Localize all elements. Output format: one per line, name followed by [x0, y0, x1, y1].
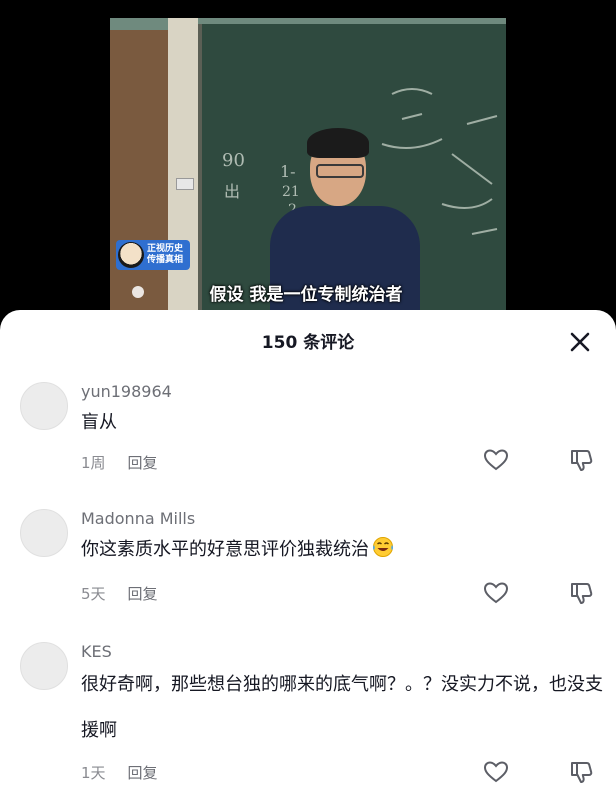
- comment-text: 你这素质水平的好意思评价独裁统治: [81, 531, 606, 569]
- close-icon: [570, 332, 590, 352]
- comment-time: 5天: [81, 585, 106, 603]
- dislike-icon[interactable]: [568, 759, 594, 785]
- heart-icon[interactable]: [483, 448, 509, 472]
- avatar[interactable]: [20, 382, 68, 430]
- comment-meta: 5天 回复: [81, 583, 158, 604]
- channel-logo-icon: [118, 242, 144, 268]
- comment-time: 1天: [81, 764, 106, 782]
- chalk-mark: 出: [224, 182, 241, 201]
- channel-badge-text: 正视历史 传播真相: [147, 244, 183, 266]
- reply-button[interactable]: 回复: [128, 585, 158, 603]
- dislike-icon[interactable]: [568, 447, 594, 473]
- comment-meta: 1天 回复: [81, 762, 158, 783]
- video-subtitle: 假设 我是一位专制统治者: [209, 285, 403, 305]
- lecturer-glasses: [316, 164, 364, 178]
- avatar[interactable]: [20, 509, 68, 557]
- comment-username[interactable]: yun198964: [81, 382, 172, 401]
- tears-of-joy-emoji-icon: [373, 537, 393, 557]
- channel-badge-line: 传播真相: [147, 255, 184, 265]
- subtitle-icon: [132, 286, 144, 298]
- comment-time: 1周: [81, 454, 106, 472]
- comments-count-title: 150 条评论: [261, 333, 355, 353]
- chalk-mark: 90: [222, 150, 245, 171]
- dislike-icon[interactable]: [568, 580, 594, 606]
- reply-button[interactable]: 回复: [128, 764, 158, 782]
- comment-username[interactable]: KES: [81, 642, 112, 661]
- comment-username[interactable]: Madonna Mills: [81, 509, 195, 528]
- comment-text: 很好奇啊，那些想台独的哪来的底气啊？。？没实力不说，也没支援啊: [81, 674, 603, 741]
- comment-text-body: 你这素质水平的好意思评价独裁统治: [81, 539, 369, 560]
- wall-switch: [176, 178, 194, 190]
- chalk-mark: 21: [282, 184, 300, 200]
- channel-badge: 正视历史 传播真相: [116, 240, 190, 270]
- comments-sheet: 150 条评论 yun198964 盲从 1周 回复 Madonna Mills …: [0, 310, 616, 800]
- avatar[interactable]: [20, 642, 68, 690]
- door: [110, 30, 168, 318]
- lecturer-hair: [307, 128, 369, 158]
- wall-strip: [168, 18, 198, 318]
- video-player[interactable]: 90 出 1- 21 2 正视历史 传播真相 假设 我是一位专制统治者: [0, 0, 616, 322]
- comment-text: 盲从: [81, 412, 117, 433]
- video-frame[interactable]: 90 出 1- 21 2 正视历史 传播真相 假设 我是一位专制统治者: [110, 18, 506, 318]
- close-button[interactable]: [566, 328, 594, 356]
- heart-icon[interactable]: [483, 581, 509, 605]
- channel-badge-line: 正视历史: [147, 244, 184, 254]
- comment-meta: 1周 回复: [81, 452, 158, 473]
- chalk-mark: 1-: [280, 162, 296, 181]
- reply-button[interactable]: 回复: [128, 454, 158, 472]
- heart-icon[interactable]: [483, 760, 509, 784]
